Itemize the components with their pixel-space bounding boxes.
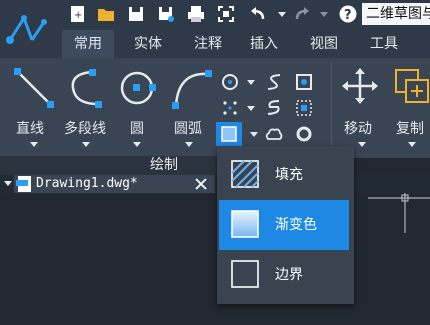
menu-item-gradient-label: 渐变色 — [275, 217, 317, 233]
move-icon — [342, 68, 378, 104]
line-icon — [14, 68, 54, 108]
polyline-label: 多段线 — [64, 121, 106, 137]
tab-annotate[interactable]: 注释 — [182, 30, 234, 58]
line-label: 直线 — [16, 121, 44, 137]
tab-view[interactable]: 视图 — [298, 30, 350, 58]
spline-icon[interactable] — [264, 72, 284, 92]
line-dropdown-icon[interactable] — [30, 142, 38, 147]
document-tab[interactable]: Drawing1.dwg* — [14, 175, 215, 193]
arc-label: 圆弧 — [174, 121, 202, 137]
help-icon[interactable]: ? — [338, 4, 358, 24]
copy-button[interactable]: 复制 — [392, 66, 430, 148]
hatch-dropdown-icon[interactable] — [250, 132, 258, 137]
undo-icon[interactable] — [248, 4, 268, 24]
close-icon[interactable] — [193, 176, 209, 192]
ellipse-dropdown-icon[interactable] — [247, 80, 255, 85]
menu-item-hatch[interactable]: 填充 — [219, 150, 349, 200]
move-label: 移动 — [344, 121, 372, 137]
ribbon-separator — [331, 62, 332, 154]
line-button[interactable]: 直线 — [12, 66, 56, 148]
hatch-button[interactable] — [216, 122, 242, 146]
draw-panel-title: 绘制 — [150, 157, 178, 173]
tab-home[interactable]: 常用 — [62, 30, 114, 58]
boundary-icon[interactable] — [294, 98, 314, 118]
undo-dropdown-icon[interactable] — [278, 12, 286, 17]
hatch-dropdown-menu: 填充 渐变色 边界 — [217, 146, 354, 304]
move-button[interactable]: 移动 — [340, 66, 380, 148]
arc-icon — [172, 70, 212, 109]
menu-item-hatch-label: 填充 — [275, 167, 303, 183]
print-icon[interactable] — [186, 4, 206, 24]
svg-text:+: + — [74, 10, 82, 21]
svg-text:?: ? — [344, 8, 352, 23]
revision-cloud-icon[interactable] — [264, 98, 284, 118]
rectangle-icon[interactable] — [294, 72, 314, 92]
document-tab-bar: Drawing1.dwg* — [0, 175, 430, 193]
ellipse-icon[interactable] — [220, 72, 240, 92]
donut-icon[interactable] — [294, 124, 314, 144]
hatch-icon — [221, 126, 237, 142]
move-dropdown-icon[interactable] — [358, 142, 366, 147]
menu-item-gradient[interactable]: 渐变色 — [219, 200, 349, 250]
copy-dropdown-icon[interactable] — [408, 142, 416, 147]
polyline-button[interactable]: 多段线 — [64, 66, 108, 148]
point-icon[interactable] — [220, 98, 240, 118]
new-file-icon[interactable]: + — [68, 4, 88, 24]
circle-button[interactable]: 圆 — [118, 66, 162, 148]
polyline-icon — [71, 69, 102, 108]
tab-insert[interactable]: 插入 — [238, 30, 290, 58]
open-folder-icon[interactable] — [96, 4, 116, 24]
circle-dropdown-icon[interactable] — [133, 142, 141, 147]
save-as-icon[interactable] — [156, 4, 176, 24]
tab-list-dropdown-icon[interactable] — [4, 181, 12, 186]
quick-access-toolbar: + ? 二维草图与 — [56, 0, 430, 30]
document-tab-name: Drawing1.dwg* — [36, 176, 138, 191]
arc-button[interactable]: 圆弧 — [170, 66, 214, 148]
point-dropdown-icon[interactable] — [247, 106, 255, 111]
circle-label: 圆 — [130, 121, 144, 137]
ribbon-panel: 直线 多段线 圆 圆弧 移动 复制 — [0, 58, 430, 158]
fit-icon[interactable] — [216, 4, 236, 24]
boundary-square-icon — [231, 260, 259, 288]
crosshair-cursor-icon — [368, 193, 430, 233]
polyline-dropdown-icon[interactable] — [82, 142, 90, 147]
dwg-file-icon — [16, 176, 31, 192]
app-logo-icon — [6, 15, 47, 44]
redo-icon[interactable] — [292, 4, 312, 24]
document-title: 二维草图与 — [362, 3, 430, 25]
menu-item-boundary[interactable]: 边界 — [219, 250, 349, 300]
copy-icon — [395, 69, 429, 103]
circle-icon — [120, 71, 156, 105]
menu-item-boundary-label: 边界 — [275, 267, 303, 283]
app-logo — [0, 0, 56, 58]
cloud-icon[interactable] — [264, 124, 284, 144]
save-icon[interactable] — [126, 4, 146, 24]
hatch-pattern-icon — [231, 160, 259, 188]
copy-label: 复制 — [396, 121, 424, 137]
tab-tools[interactable]: 工具 — [358, 30, 410, 58]
redo-dropdown-icon[interactable] — [320, 12, 328, 17]
tab-solid[interactable]: 实体 — [122, 30, 174, 58]
arc-dropdown-icon[interactable] — [185, 142, 193, 147]
ribbon-tabs: 常用 实体 注释 插入 视图 工具 — [56, 30, 430, 58]
gradient-icon — [231, 210, 259, 238]
drawing-canvas[interactable] — [0, 193, 430, 321]
